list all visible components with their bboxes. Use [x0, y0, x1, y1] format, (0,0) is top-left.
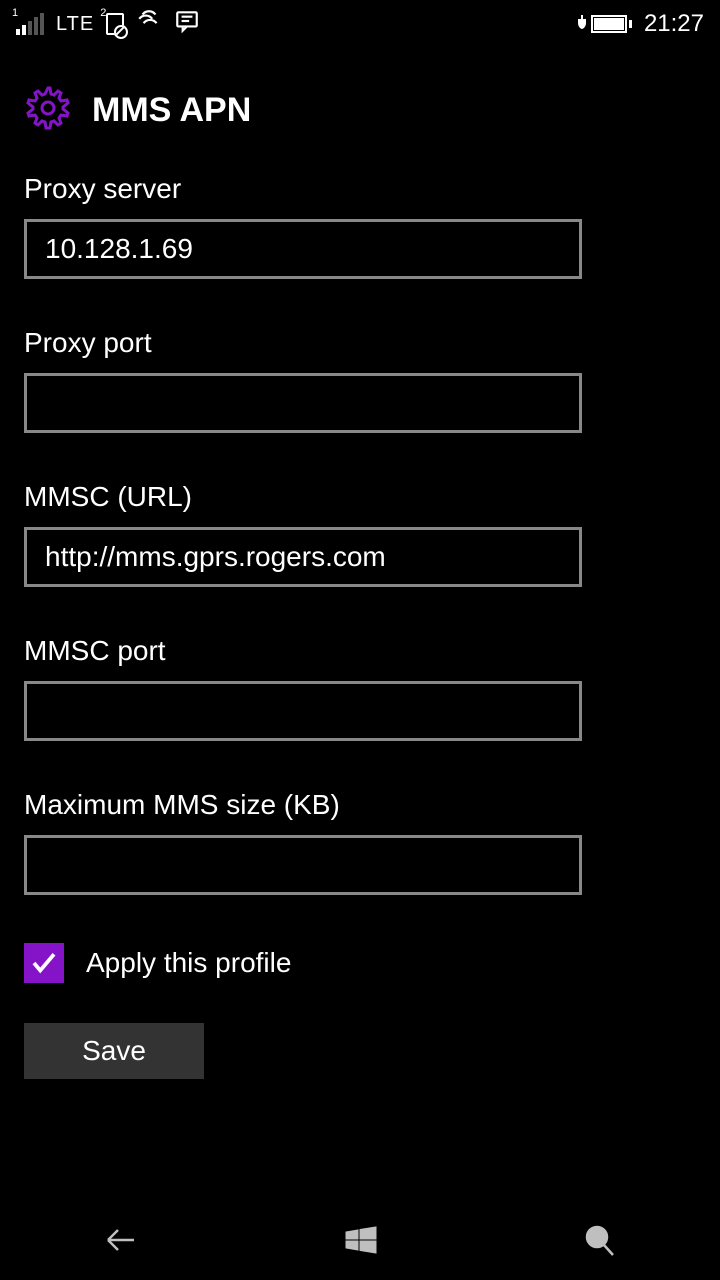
clock: 21:27	[644, 10, 704, 38]
windows-start-button[interactable]	[300, 1210, 420, 1270]
mmsc-url-input[interactable]	[24, 527, 582, 587]
apply-profile-checkbox[interactable]	[24, 943, 64, 983]
network-type: LTE	[56, 13, 94, 36]
mmsc-url-label: MMSC (URL)	[24, 481, 696, 513]
proxy-port-label: Proxy port	[24, 327, 696, 359]
mmsc-port-label: MMSC port	[24, 635, 696, 667]
battery-charging-icon	[575, 15, 632, 33]
status-bar: 1 LTE 2	[0, 0, 720, 48]
gear-icon	[24, 84, 72, 137]
max-mms-size-label: Maximum MMS size (KB)	[24, 789, 696, 821]
proxy-port-input[interactable]	[24, 373, 582, 433]
page-title: MMS APN	[92, 91, 251, 130]
proxy-server-input[interactable]	[24, 219, 582, 279]
max-mms-size-input[interactable]	[24, 835, 582, 895]
apply-profile-label: Apply this profile	[86, 947, 291, 979]
message-icon	[174, 8, 200, 40]
page-header: MMS APN	[24, 84, 696, 137]
sim2-nosim-icon: 2	[106, 13, 124, 35]
search-button[interactable]	[540, 1210, 660, 1270]
proxy-server-label: Proxy server	[24, 173, 696, 205]
wifi-icon	[136, 8, 162, 40]
signal-icon: 1	[16, 13, 44, 35]
mmsc-port-input[interactable]	[24, 681, 582, 741]
navigation-bar	[0, 1200, 720, 1280]
save-button[interactable]: Save	[24, 1023, 204, 1079]
back-button[interactable]	[60, 1210, 180, 1270]
